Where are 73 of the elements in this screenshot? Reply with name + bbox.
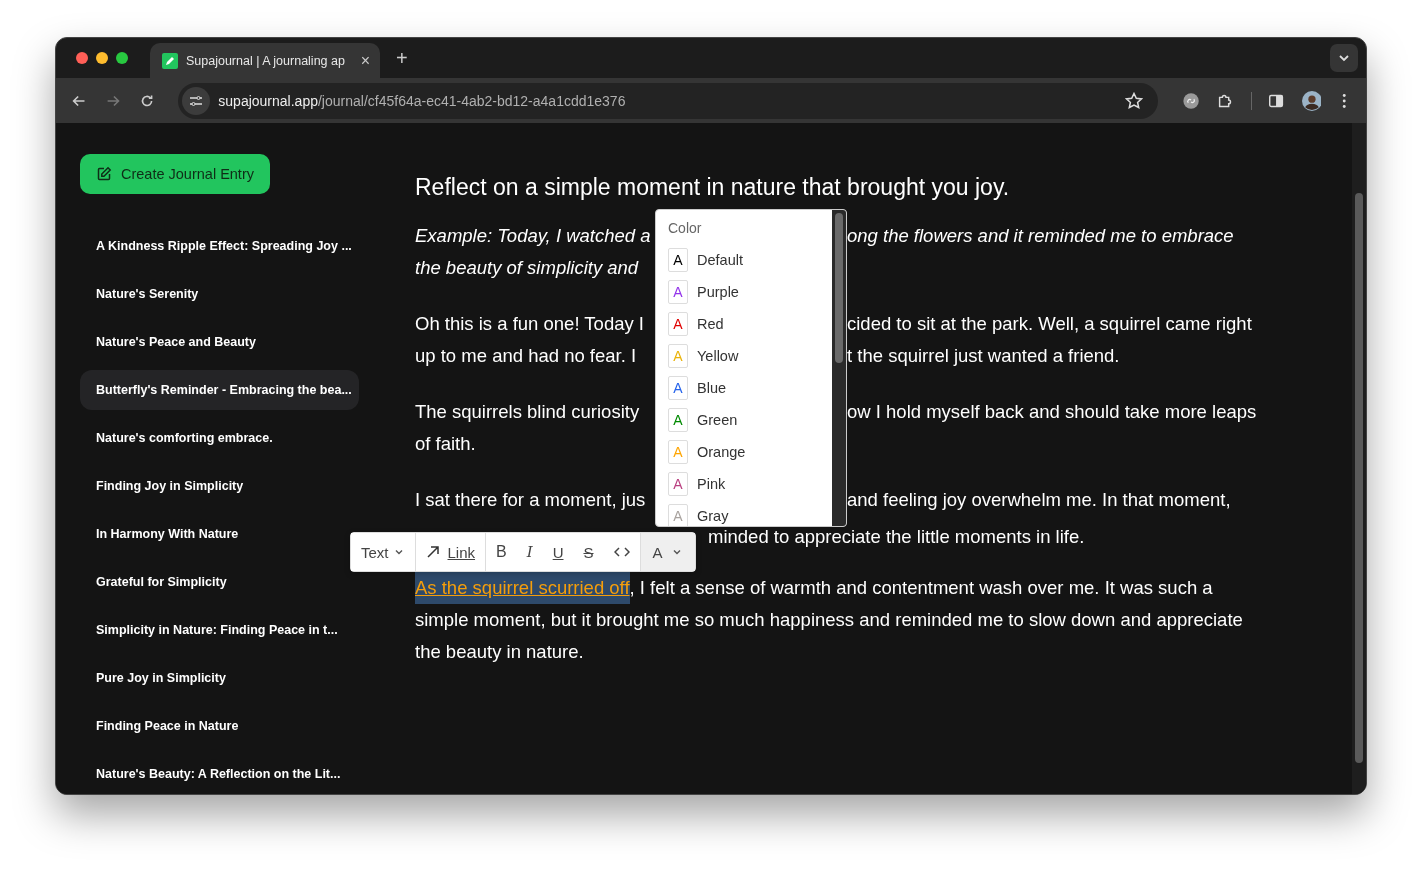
color-swatch[interactable]: A: [668, 280, 688, 304]
journal-entry-item[interactable]: Nature's comforting embrace.: [80, 418, 359, 458]
arrow-icon: [425, 545, 440, 559]
journal-entry-item[interactable]: A Kindness Ripple Effect: Spreading Joy ...: [80, 226, 359, 266]
selected-link-text[interactable]: As the squirrel scurried off: [415, 572, 630, 604]
create-entry-button[interactable]: Create Journal Entry: [80, 154, 270, 194]
tab-list-button[interactable]: [1330, 44, 1358, 73]
paragraph-text: Oh this is a fun one! Today I: [415, 313, 644, 334]
tab-title: Supajournal | A journaling ap: [186, 53, 346, 68]
browser-tab[interactable]: Supajournal | A journaling ap ×: [150, 43, 380, 79]
link-button[interactable]: Link: [415, 533, 487, 571]
page-scrollbar[interactable]: [1352, 123, 1366, 794]
paragraph-text: minded to appreciate the little moments in life.: [708, 528, 1085, 548]
underline-button[interactable]: U: [542, 533, 574, 571]
color-option[interactable]: Red: [697, 316, 724, 332]
color-option[interactable]: Orange: [697, 444, 746, 460]
journal-entry-item[interactable]: Finding Joy in Simplicity: [80, 466, 359, 506]
bold-button[interactable]: B: [486, 533, 517, 571]
color-option[interactable]: Purple: [697, 284, 739, 300]
paragraph-text: simple moment, but it brought me so much happiness and reminded me to slow down and appreciate: [415, 608, 1243, 632]
color-swatch[interactable]: A: [668, 408, 688, 432]
paragraph-text: ong the flowers and it reminded me to embrace: [847, 224, 1234, 248]
journal-entry-item[interactable]: Simplicity in Nature: Finding Peace in t...: [80, 610, 359, 650]
paragraph-text: The squirrels blind curiosity: [415, 401, 640, 422]
color-option[interactable]: Green: [697, 412, 738, 428]
paragraph-text: of faith.: [415, 432, 476, 456]
menu-heading: Color: [668, 219, 703, 238]
paragraph-text: t the squirrel just wanted a friend.: [847, 344, 1120, 368]
color-swatch[interactable]: A: [668, 248, 688, 272]
italic-button[interactable]: I: [516, 533, 543, 571]
color-option[interactable]: Pink: [697, 476, 726, 492]
new-tab-button[interactable]: +: [396, 46, 408, 70]
color-option[interactable]: Yellow: [697, 348, 739, 364]
profile-avatar[interactable]: [1301, 89, 1322, 112]
bookmark-star-icon[interactable]: [1124, 90, 1145, 111]
paragraph-text: up to me and had no fear. I: [415, 345, 637, 366]
site-settings-icon[interactable]: [182, 86, 211, 115]
scrollbar[interactable]: [832, 210, 846, 526]
maximize-window-button[interactable]: [116, 52, 128, 65]
code-icon: [613, 546, 630, 558]
paragraph-text: Example: Today, I watched a: [415, 225, 651, 246]
text-style-dropdown[interactable]: Text: [351, 533, 416, 571]
text-color-button[interactable]: A: [639, 533, 695, 571]
color-option[interactable]: Default: [697, 252, 743, 268]
journal-entry-item[interactable]: Nature's Peace and Beauty: [80, 322, 359, 362]
minimize-window-button[interactable]: [96, 52, 108, 65]
paragraph-text: the beauty in nature.: [415, 640, 584, 664]
color-option[interactable]: Blue: [697, 380, 727, 396]
edit-icon: [96, 166, 112, 182]
color-swatch[interactable]: A: [668, 472, 688, 496]
paragraph-text: cided to sit at the park. Well, a squirrel came right: [847, 312, 1252, 336]
pencil-icon: [162, 52, 178, 69]
code-button[interactable]: [603, 533, 640, 571]
close-tab-button[interactable]: ×: [360, 51, 370, 70]
journal-entry-item[interactable]: Nature's Beauty: A Reflection on the Lit...: [80, 754, 359, 794]
paragraph-text: , I felt a sense of warmth and contentment wash over me. It was such a: [629, 576, 1213, 600]
journal-entry-item[interactable]: Nature's Serenity: [80, 274, 359, 314]
paragraph-text: and feeling joy overwhelm me. In that moment,: [847, 488, 1231, 512]
paragraph-text: the beauty of simplicity and: [415, 257, 639, 278]
journal-entry-item[interactable]: Butterfly's Reminder - Embracing the bea...: [80, 370, 359, 410]
journal-entry-item[interactable]: Finding Peace in Nature: [80, 706, 359, 746]
paragraph-text: ow I hold myself back and should take more leaps: [847, 400, 1257, 424]
address-bar[interactable]: supajournal.app/journal/cf45f64a-ec41-4ab2-bd12-a4a1cdd1e376: [178, 82, 1159, 119]
color-swatch[interactable]: A: [668, 312, 688, 336]
url-text: supajournal.app/journal/cf45f64a-ec41-4ab2-bd12-a4a1cdd1e376: [218, 92, 627, 109]
journal-entry-item[interactable]: Pure Joy in Simplicity: [80, 658, 359, 698]
color-swatch[interactable]: A: [668, 376, 688, 400]
prompt-heading: Reflect on a simple moment in nature that brought you joy.: [415, 173, 1011, 202]
color-option[interactable]: Gray: [697, 508, 729, 524]
paragraph-text: I sat there for a moment, jus: [415, 489, 646, 510]
strike-button[interactable]: S: [573, 533, 604, 571]
close-window-button[interactable]: [76, 52, 88, 65]
extension-icon[interactable]: [1182, 90, 1201, 111]
